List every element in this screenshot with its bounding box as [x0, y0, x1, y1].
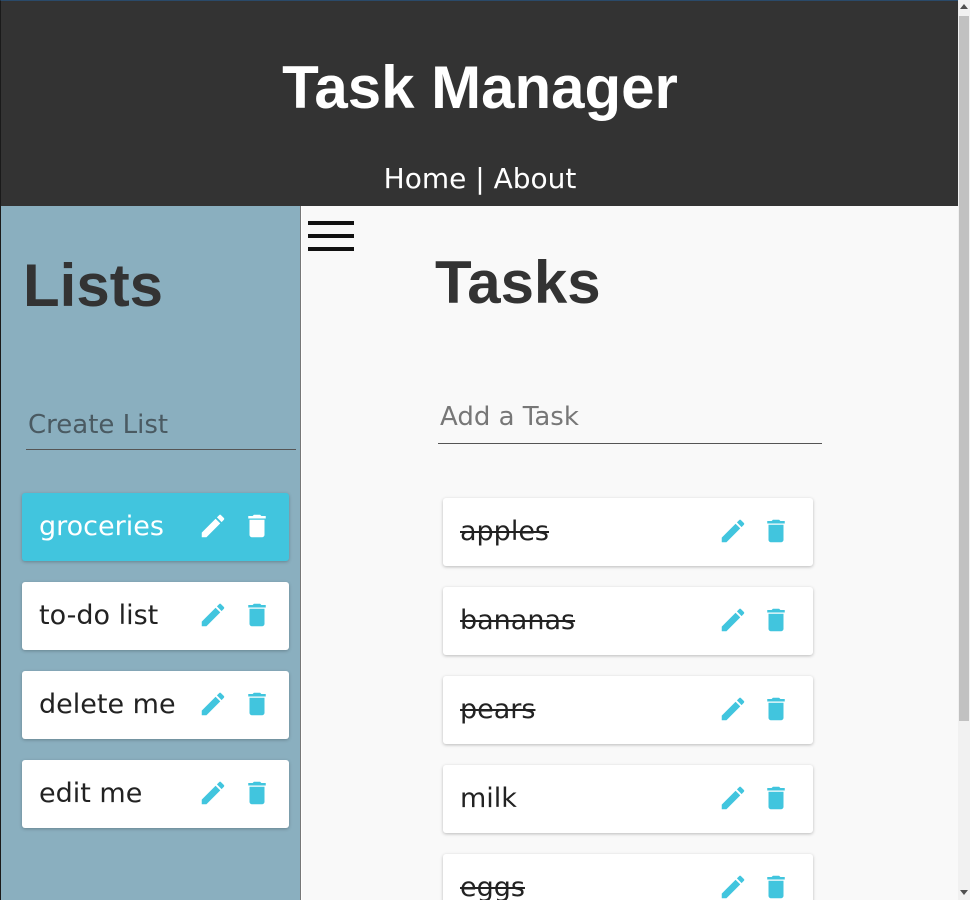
list-item-edit-me[interactable]: edit me [22, 760, 289, 828]
hamburger-bar [308, 247, 354, 251]
nav-about-link[interactable]: About [494, 162, 577, 195]
create-list-input[interactable] [26, 401, 296, 450]
hamburger-menu-icon[interactable] [308, 221, 356, 255]
task-item-apples[interactable]: apples [443, 498, 813, 566]
task-item-eggs[interactable]: eggs [443, 854, 813, 900]
trash-icon[interactable] [761, 872, 791, 900]
add-task-input[interactable] [438, 391, 822, 444]
list-item-groceries[interactable]: groceries [22, 493, 289, 561]
page-header: Task Manager Home | About [1, 1, 958, 206]
task-item-pears[interactable]: pears [443, 676, 813, 744]
task-label[interactable]: pears [460, 694, 535, 726]
nav-home-link[interactable]: Home [384, 162, 467, 195]
scroll-down-arrow-icon[interactable] [960, 890, 968, 895]
vertical-scrollbar[interactable] [958, 0, 970, 900]
app-title: Task Manager [282, 54, 678, 121]
task-label[interactable]: eggs [460, 872, 525, 900]
pencil-icon[interactable] [198, 600, 228, 630]
lists-sidebar: Lists groceries to-do list delete me [1, 206, 301, 900]
hamburger-bar [308, 221, 354, 225]
scrollbar-thumb[interactable] [959, 16, 969, 721]
pencil-icon[interactable] [198, 689, 228, 719]
pencil-icon[interactable] [718, 694, 748, 724]
app-window: Task Manager Home | About Lists grocerie… [0, 0, 958, 900]
task-item-milk[interactable]: milk [443, 765, 813, 833]
list-item-to-do-list[interactable]: to-do list [22, 582, 289, 650]
scroll-up-arrow-icon[interactable] [960, 4, 968, 9]
list-item-label: groceries [39, 511, 164, 542]
trash-icon[interactable] [242, 689, 272, 719]
pencil-icon[interactable] [718, 516, 748, 546]
trash-icon[interactable] [761, 694, 791, 724]
trash-icon[interactable] [761, 783, 791, 813]
list-item-label: delete me [39, 689, 176, 720]
task-label[interactable]: apples [460, 516, 549, 548]
task-label[interactable]: bananas [460, 605, 575, 637]
task-label[interactable]: milk [460, 783, 517, 815]
tasks-panel: Tasks apples bananas pears [302, 206, 958, 900]
trash-icon[interactable] [242, 600, 272, 630]
trash-icon[interactable] [242, 778, 272, 808]
tasks-heading: Tasks [435, 249, 601, 316]
list-item-delete-me[interactable]: delete me [22, 671, 289, 739]
pencil-icon[interactable] [198, 778, 228, 808]
trash-icon[interactable] [242, 511, 272, 541]
pencil-icon[interactable] [718, 783, 748, 813]
pencil-icon[interactable] [718, 605, 748, 635]
list-item-label: to-do list [39, 600, 159, 631]
top-nav: Home | About [1, 161, 958, 197]
nav-separator: | [466, 162, 494, 195]
lists-heading: Lists [23, 252, 164, 319]
pencil-icon[interactable] [198, 511, 228, 541]
task-item-bananas[interactable]: bananas [443, 587, 813, 655]
hamburger-bar [308, 234, 354, 238]
list-item-label: edit me [39, 778, 143, 809]
trash-icon[interactable] [761, 516, 791, 546]
trash-icon[interactable] [761, 605, 791, 635]
pencil-icon[interactable] [718, 872, 748, 900]
